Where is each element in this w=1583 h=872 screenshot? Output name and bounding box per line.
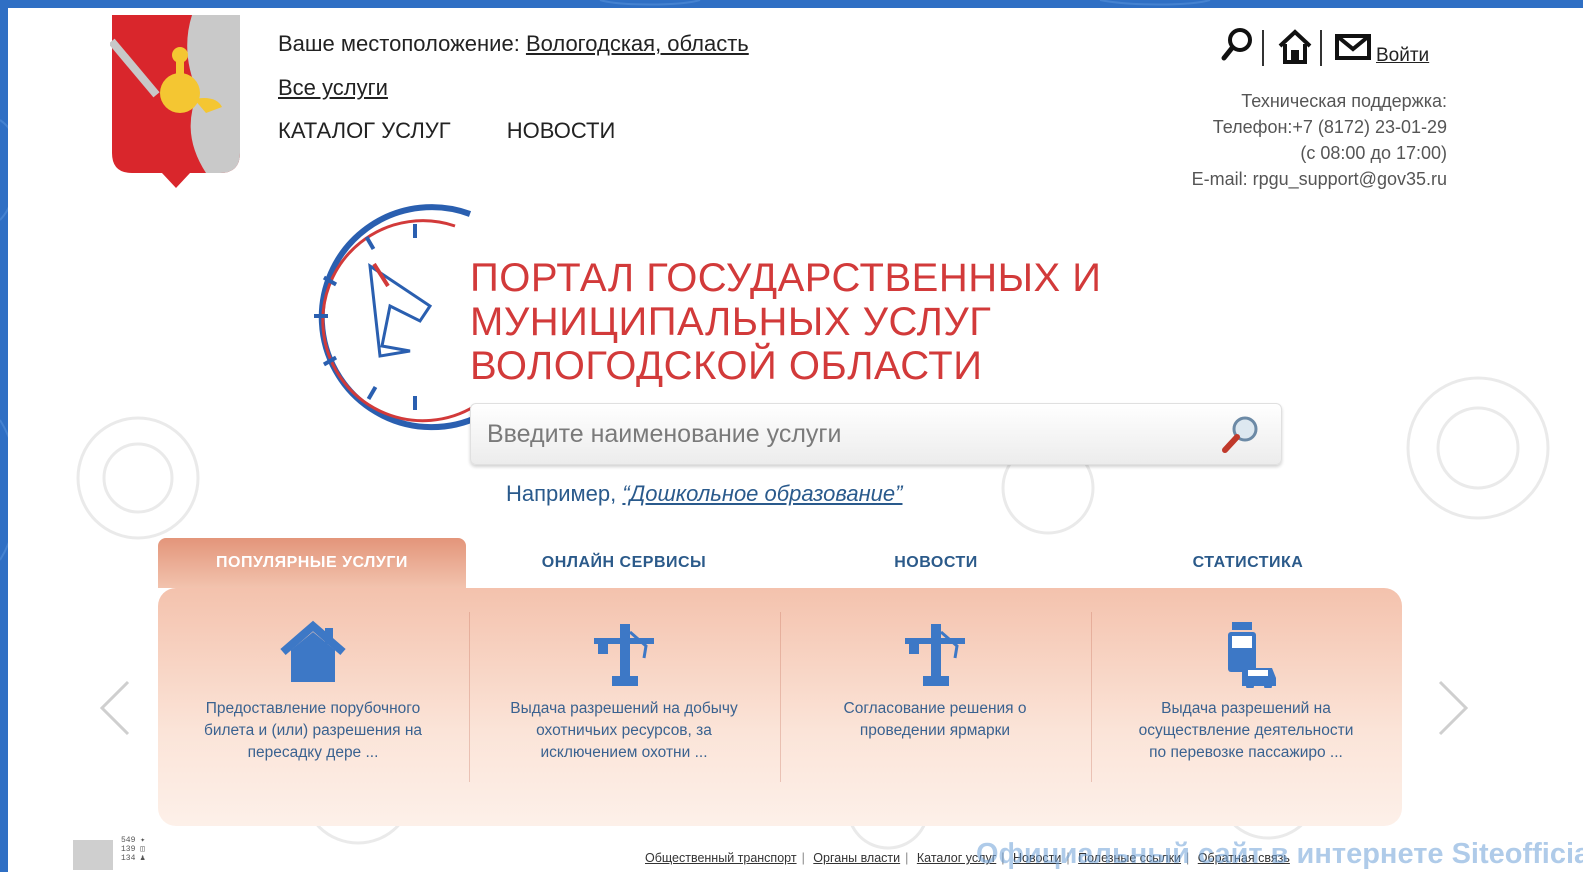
- card-line: билета и (или) разрешения на: [203, 722, 423, 739]
- service-card-text: Предоставление порубочного билета и (или…: [188, 698, 438, 764]
- portal-clock-logo: [314, 204, 482, 431]
- services-panel: Предоставление порубочного билета и (или…: [158, 588, 1402, 826]
- search-example: Например, “Дошкольное образование”: [506, 481, 902, 507]
- tab-statistics[interactable]: СТАТИСТИКА: [1094, 538, 1402, 588]
- home-icon[interactable]: [1276, 26, 1314, 66]
- portal-title-line: МУНИЦИПАЛЬНЫХ УСЛУГ: [470, 300, 992, 344]
- house-icon: [280, 620, 346, 682]
- crane-icon: [905, 624, 965, 686]
- nav-catalog[interactable]: КАТАЛОГ УСЛУГ: [278, 118, 451, 143]
- search-button-icon[interactable]: [1217, 412, 1263, 456]
- support-email: E-mail: rpgu_support@gov35.ru: [1191, 169, 1447, 189]
- search-icon[interactable]: [1220, 26, 1254, 66]
- login-link[interactable]: Войти: [1376, 45, 1429, 67]
- nav-news[interactable]: НОВОСТИ: [507, 118, 615, 143]
- tools-divider: [1262, 30, 1264, 66]
- service-card-text: Выдача разрешений на осуществление деяте…: [1121, 698, 1371, 764]
- watermark-text: Официальный сайт в интернете Siteofficia…: [976, 838, 1583, 870]
- card-line: Выдача разрешений на: [1161, 700, 1331, 717]
- crane-icon: [594, 624, 654, 686]
- support-phone: Телефон:+7 (8172) 23-01-29: [1212, 117, 1447, 137]
- card-line: исключением охотни ...: [540, 744, 708, 761]
- service-card[interactable]: Выдача разрешений на осуществление деяте…: [1121, 618, 1371, 764]
- all-services-link[interactable]: Все услуги: [278, 75, 388, 101]
- region-coat-of-arms: [110, 15, 240, 188]
- footer-link-transport[interactable]: Общественный транспорт: [645, 851, 797, 865]
- mail-icon[interactable]: [1334, 26, 1372, 66]
- card-divider: [469, 612, 470, 782]
- counter-value: 139 ◫: [121, 845, 146, 854]
- service-card[interactable]: Выдача разрешений на добычу охотничьих р…: [499, 618, 749, 764]
- bus-car-icon: [1228, 622, 1276, 688]
- card-divider: [1091, 612, 1092, 782]
- service-card[interactable]: Согласование решения о проведении ярмарк…: [810, 618, 1060, 742]
- tab-popular-services[interactable]: ПОПУЛЯРНЫЕ УСЛУГИ: [158, 538, 466, 588]
- example-prefix: Например,: [506, 481, 617, 506]
- card-line: по перевозке пассажиро ...: [1149, 744, 1343, 761]
- page: Ваше местоположение: Вологодская, област…: [8, 8, 1583, 872]
- visit-counter[interactable]: 549 ✦ 139 ◫ 134 ♟: [73, 836, 183, 872]
- top-nav: КАТАЛОГ УСЛУГ НОВОСТИ: [278, 118, 665, 144]
- carousel-prev-icon[interactable]: [96, 678, 136, 738]
- footer-link-authorities[interactable]: Органы власти: [813, 851, 900, 865]
- search-input[interactable]: [485, 412, 1189, 456]
- counter-value: 549 ✦: [121, 836, 146, 845]
- tab-online-services[interactable]: ОНЛАЙН СЕРВИСЫ: [470, 538, 778, 588]
- location: Ваше местоположение: Вологодская, област…: [278, 31, 749, 57]
- service-card-text: Согласование решения о проведении ярмарк…: [810, 698, 1060, 742]
- location-prefix: Ваше местоположение:: [278, 31, 520, 56]
- portal-title-line: ПОРТАЛ ГОСУДАРСТВЕННЫХ И: [470, 256, 1102, 300]
- card-line: охотничьих ресурсов, за: [536, 722, 712, 739]
- card-line: Согласование решения о: [843, 700, 1027, 717]
- counter-value: 134 ♟: [121, 854, 146, 863]
- service-card[interactable]: Предоставление порубочного билета и (или…: [188, 618, 438, 764]
- card-line: осуществление деятельности: [1138, 722, 1354, 739]
- portal-title-line: ВОЛОГОДСКОЙ ОБЛАСТИ: [470, 344, 983, 388]
- tools-divider: [1320, 30, 1322, 66]
- card-line: Предоставление порубочного: [205, 700, 421, 717]
- card-line: проведении ярмарки: [859, 722, 1011, 739]
- search-box: [470, 403, 1282, 465]
- portal-title: ПОРТАЛ ГОСУДАРСТВЕННЫХ И МУНИЦИПАЛЬНЫХ У…: [470, 256, 1102, 388]
- counter-logo: [73, 840, 113, 870]
- support-hours: (с 08:00 до 17:00): [1300, 143, 1447, 163]
- support-info: Техническая поддержка: Телефон:+7 (8172)…: [1192, 88, 1447, 192]
- carousel-next-icon[interactable]: [1432, 678, 1472, 738]
- card-line: пересадку дере ...: [247, 744, 379, 761]
- example-link[interactable]: “Дошкольное образование”: [622, 481, 902, 506]
- card-divider: [780, 612, 781, 782]
- location-link[interactable]: Вологодская, область: [526, 31, 749, 56]
- support-title: Техническая поддержка:: [1241, 91, 1447, 111]
- service-card-text: Выдача разрешений на добычу охотничьих р…: [499, 698, 749, 764]
- tab-news[interactable]: НОВОСТИ: [782, 538, 1090, 588]
- card-line: Выдача разрешений на добычу: [510, 700, 738, 717]
